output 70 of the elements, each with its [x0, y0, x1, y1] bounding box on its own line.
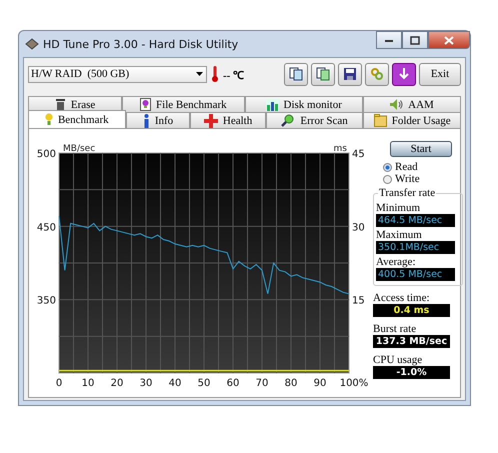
- radio-button[interactable]: [383, 174, 392, 184]
- maximize-icon: [410, 36, 420, 44]
- radio-button[interactable]: [383, 162, 392, 172]
- radio-option[interactable]: Write: [383, 173, 420, 185]
- speaker-icon: [390, 99, 404, 110]
- copy-icon[interactable]: [311, 62, 335, 86]
- maximize-button[interactable]: [402, 31, 428, 49]
- reading-label: Maximum: [376, 229, 423, 241]
- radio-option[interactable]: Read: [383, 161, 420, 173]
- save-icon[interactable]: [338, 62, 362, 86]
- axis-label: 10: [82, 378, 94, 389]
- exit-button[interactable]: Exit: [419, 62, 461, 86]
- minimize-button[interactable]: [376, 31, 402, 49]
- axis-label: 90: [314, 378, 326, 389]
- reading-label: Average:: [376, 256, 416, 268]
- drive-dropdown[interactable]: H/W RAID (500 GB): [28, 66, 207, 82]
- start-button[interactable]: Start: [390, 141, 452, 157]
- info-icon: [142, 114, 150, 128]
- thermometer-icon: [212, 66, 218, 82]
- tab[interactable]: Benchmark: [28, 110, 126, 128]
- axis-label: 60: [226, 378, 240, 389]
- close-button[interactable]: [428, 31, 470, 49]
- axis-label: 0: [56, 378, 62, 389]
- reading-label: Minimum: [376, 202, 422, 214]
- axis-label: 500: [36, 149, 56, 160]
- download-icon[interactable]: [392, 62, 416, 86]
- axis-label: 15: [352, 296, 365, 307]
- axis-label: 100%: [340, 378, 368, 389]
- axis-label: 50: [198, 378, 210, 389]
- tab[interactable]: Disk monitor: [244, 96, 363, 112]
- close-icon: [444, 36, 454, 44]
- axis-label: 45: [352, 149, 365, 160]
- document-bulb-icon: [140, 98, 152, 111]
- stat-value: -1.0%: [373, 366, 450, 379]
- group-title: Transfer rate: [378, 187, 436, 199]
- stat-label: Burst rate: [373, 323, 416, 335]
- search-icon: [281, 114, 296, 127]
- reading-value: 464.5 MB/sec: [376, 214, 455, 227]
- tab[interactable]: Health: [190, 112, 266, 128]
- axis-label: 450: [36, 222, 56, 234]
- lightbulb-icon: [44, 113, 53, 126]
- stat-value: 0.4 ms: [373, 304, 450, 317]
- reading-value: 400.5 MB/sec: [376, 268, 455, 281]
- window-title: HD Tune Pro 3.00 - Hard Disk Utility: [43, 38, 238, 50]
- stat-label: CPU usage: [373, 354, 422, 366]
- copy-icon[interactable]: [284, 62, 308, 86]
- axis-label: 40: [168, 378, 182, 389]
- tab[interactable]: Error Scan: [266, 112, 364, 128]
- axis-label: 80: [284, 378, 298, 389]
- axis-label: 30: [140, 378, 152, 389]
- reading-value: 350.1MB/sec: [376, 241, 455, 254]
- minimize-icon: [384, 37, 394, 43]
- tab[interactable]: File Benchmark: [122, 96, 244, 112]
- axis-label: 20: [110, 378, 124, 389]
- caret-icon: [196, 72, 203, 76]
- cross-icon: [204, 114, 218, 128]
- axis-unit: MB/sec: [63, 144, 96, 154]
- axis-label: 350: [36, 296, 56, 307]
- tab[interactable]: AAM: [362, 96, 461, 112]
- trash-icon: [54, 98, 66, 110]
- stat-value: 137.3 MB/sec: [373, 335, 450, 348]
- stat-label: Access time:: [373, 292, 430, 304]
- axis-unit: ms: [334, 144, 347, 154]
- axis-label: 70: [256, 378, 268, 389]
- tab[interactable]: Info: [126, 112, 190, 128]
- axis-label: 30: [352, 222, 365, 234]
- tab[interactable]: Folder Usage: [363, 112, 461, 128]
- temperature-reading: -- ℃: [223, 68, 244, 82]
- bar-chart-icon: [266, 98, 279, 110]
- folder-icon: [374, 114, 387, 127]
